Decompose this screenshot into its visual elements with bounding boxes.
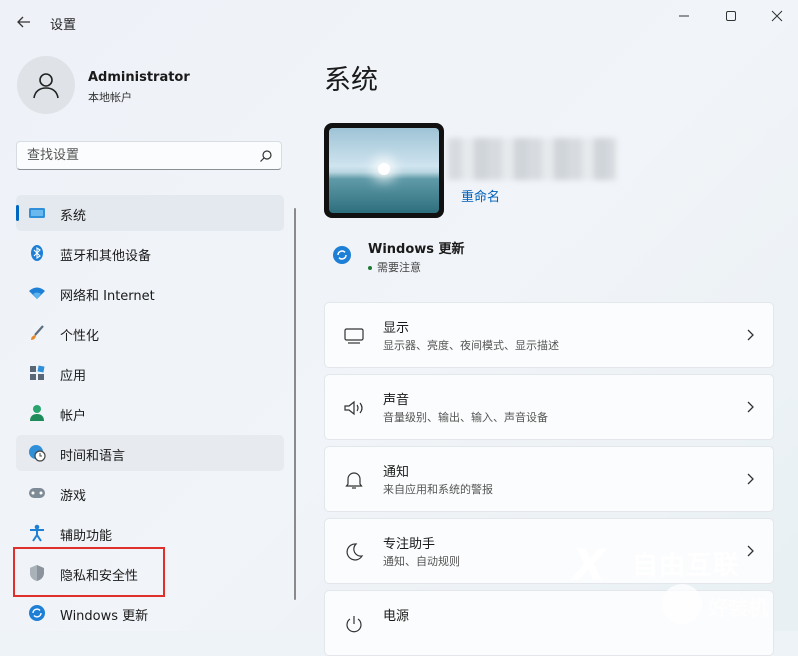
sidebar-item-accounts[interactable]: 帐户 (16, 395, 284, 431)
bell-icon (343, 469, 365, 491)
chevron-right-icon (747, 401, 754, 413)
device-wallpaper-thumbnail (324, 123, 444, 218)
watermark-badge-icon (662, 584, 702, 624)
sidebar-item-label: 应用 (60, 369, 87, 384)
account-type: 本地帐户 (88, 91, 132, 104)
maximize-icon (726, 11, 736, 21)
minimize-icon (679, 15, 689, 17)
windows-update-title[interactable]: Windows 更新 (368, 238, 465, 257)
card-title: 专注助手 (383, 537, 436, 552)
card-subtitle: 显示器、亮度、夜间模式、显示描述 (383, 339, 559, 352)
card-notifications[interactable]: 通知 来自应用和系统的警报 (324, 446, 774, 512)
watermark-text-secondary: 好装机 (708, 596, 768, 620)
sidebar-item-label: 辅助功能 (60, 529, 113, 544)
watermark-logo: X (572, 540, 606, 591)
maximize-button[interactable] (708, 4, 754, 28)
sidebar-item-time-language[interactable]: 时间和语言 (16, 435, 284, 471)
selection-indicator (16, 205, 19, 221)
sidebar-item-bluetooth[interactable]: 蓝牙和其他设备 (16, 235, 284, 271)
accessibility-icon (28, 524, 46, 542)
account-icon (28, 404, 46, 422)
watermark-text: 自由互联 (632, 551, 741, 581)
windows-update-status: 需要注意 (368, 259, 421, 275)
card-sound[interactable]: 声音 音量级别、输出、输入、声音设备 (324, 374, 774, 440)
sidebar-item-system[interactable]: 系统 (16, 195, 284, 231)
sidebar-item-apps[interactable]: 应用 (16, 355, 284, 391)
search-box[interactable] (16, 141, 282, 170)
card-subtitle: 音量级别、输出、输入、声音设备 (383, 411, 548, 424)
sidebar-item-label: 个性化 (60, 329, 100, 344)
card-power[interactable]: 电源 (324, 590, 774, 656)
window-title: 设置 (50, 18, 77, 33)
speaker-icon (343, 397, 365, 419)
sidebar-item-network[interactable]: 网络和 Internet (16, 275, 284, 311)
chevron-right-icon (747, 473, 754, 485)
update-icon (333, 246, 351, 264)
sidebar-item-label: Windows 更新 (60, 609, 149, 624)
search-icon[interactable] (259, 149, 273, 163)
sidebar-item-label: 系统 (60, 209, 87, 224)
gamepad-icon (28, 484, 46, 502)
rename-link[interactable]: 重命名 (461, 186, 500, 205)
sidebar-item-personalization[interactable]: 个性化 (16, 315, 284, 351)
moon-icon (343, 541, 365, 563)
avatar[interactable] (17, 56, 75, 114)
card-subtitle: 来自应用和系统的警报 (383, 483, 493, 496)
card-display[interactable]: 显示 显示器、亮度、夜间模式、显示描述 (324, 302, 774, 368)
card-subtitle: 通知、自动规则 (383, 555, 460, 568)
card-title: 通知 (383, 465, 410, 480)
minimize-button[interactable] (661, 4, 707, 28)
chevron-right-icon (747, 329, 754, 341)
user-name: Administrator (88, 70, 190, 85)
sidebar-item-label: 游戏 (60, 489, 87, 504)
card-title: 电源 (383, 609, 410, 624)
update-icon (28, 604, 46, 622)
user-icon (33, 73, 59, 99)
close-button[interactable] (754, 4, 798, 28)
bluetooth-icon (28, 244, 46, 262)
sidebar-item-label: 帐户 (60, 409, 87, 424)
sidebar-scrollbar[interactable] (294, 208, 296, 600)
back-arrow-icon (17, 16, 30, 28)
power-icon (343, 613, 365, 635)
system-icon (28, 204, 46, 222)
sidebar-item-label: 网络和 Internet (60, 289, 155, 304)
title-bar: 设置 (0, 0, 798, 44)
wifi-icon (28, 284, 46, 302)
device-name-redacted (448, 138, 616, 180)
apps-icon (28, 364, 46, 382)
sidebar-item-label: 时间和语言 (60, 449, 126, 464)
search-input[interactable] (25, 147, 249, 164)
monitor-icon (343, 325, 365, 347)
back-button[interactable] (14, 12, 34, 32)
highlight-annotation (13, 547, 165, 597)
brush-icon (28, 324, 46, 342)
globe-clock-icon (28, 444, 46, 462)
status-dot (368, 266, 372, 270)
chevron-right-icon (747, 545, 754, 557)
sidebar-item-gaming[interactable]: 游戏 (16, 475, 284, 511)
page-title: 系统 (324, 65, 378, 96)
sidebar-item-windows-update[interactable]: Windows 更新 (16, 595, 284, 631)
close-icon (771, 10, 783, 22)
card-title: 声音 (383, 393, 410, 408)
card-title: 显示 (383, 321, 410, 336)
sidebar-item-label: 蓝牙和其他设备 (60, 249, 152, 264)
sidebar-item-accessibility[interactable]: 辅助功能 (16, 515, 284, 551)
